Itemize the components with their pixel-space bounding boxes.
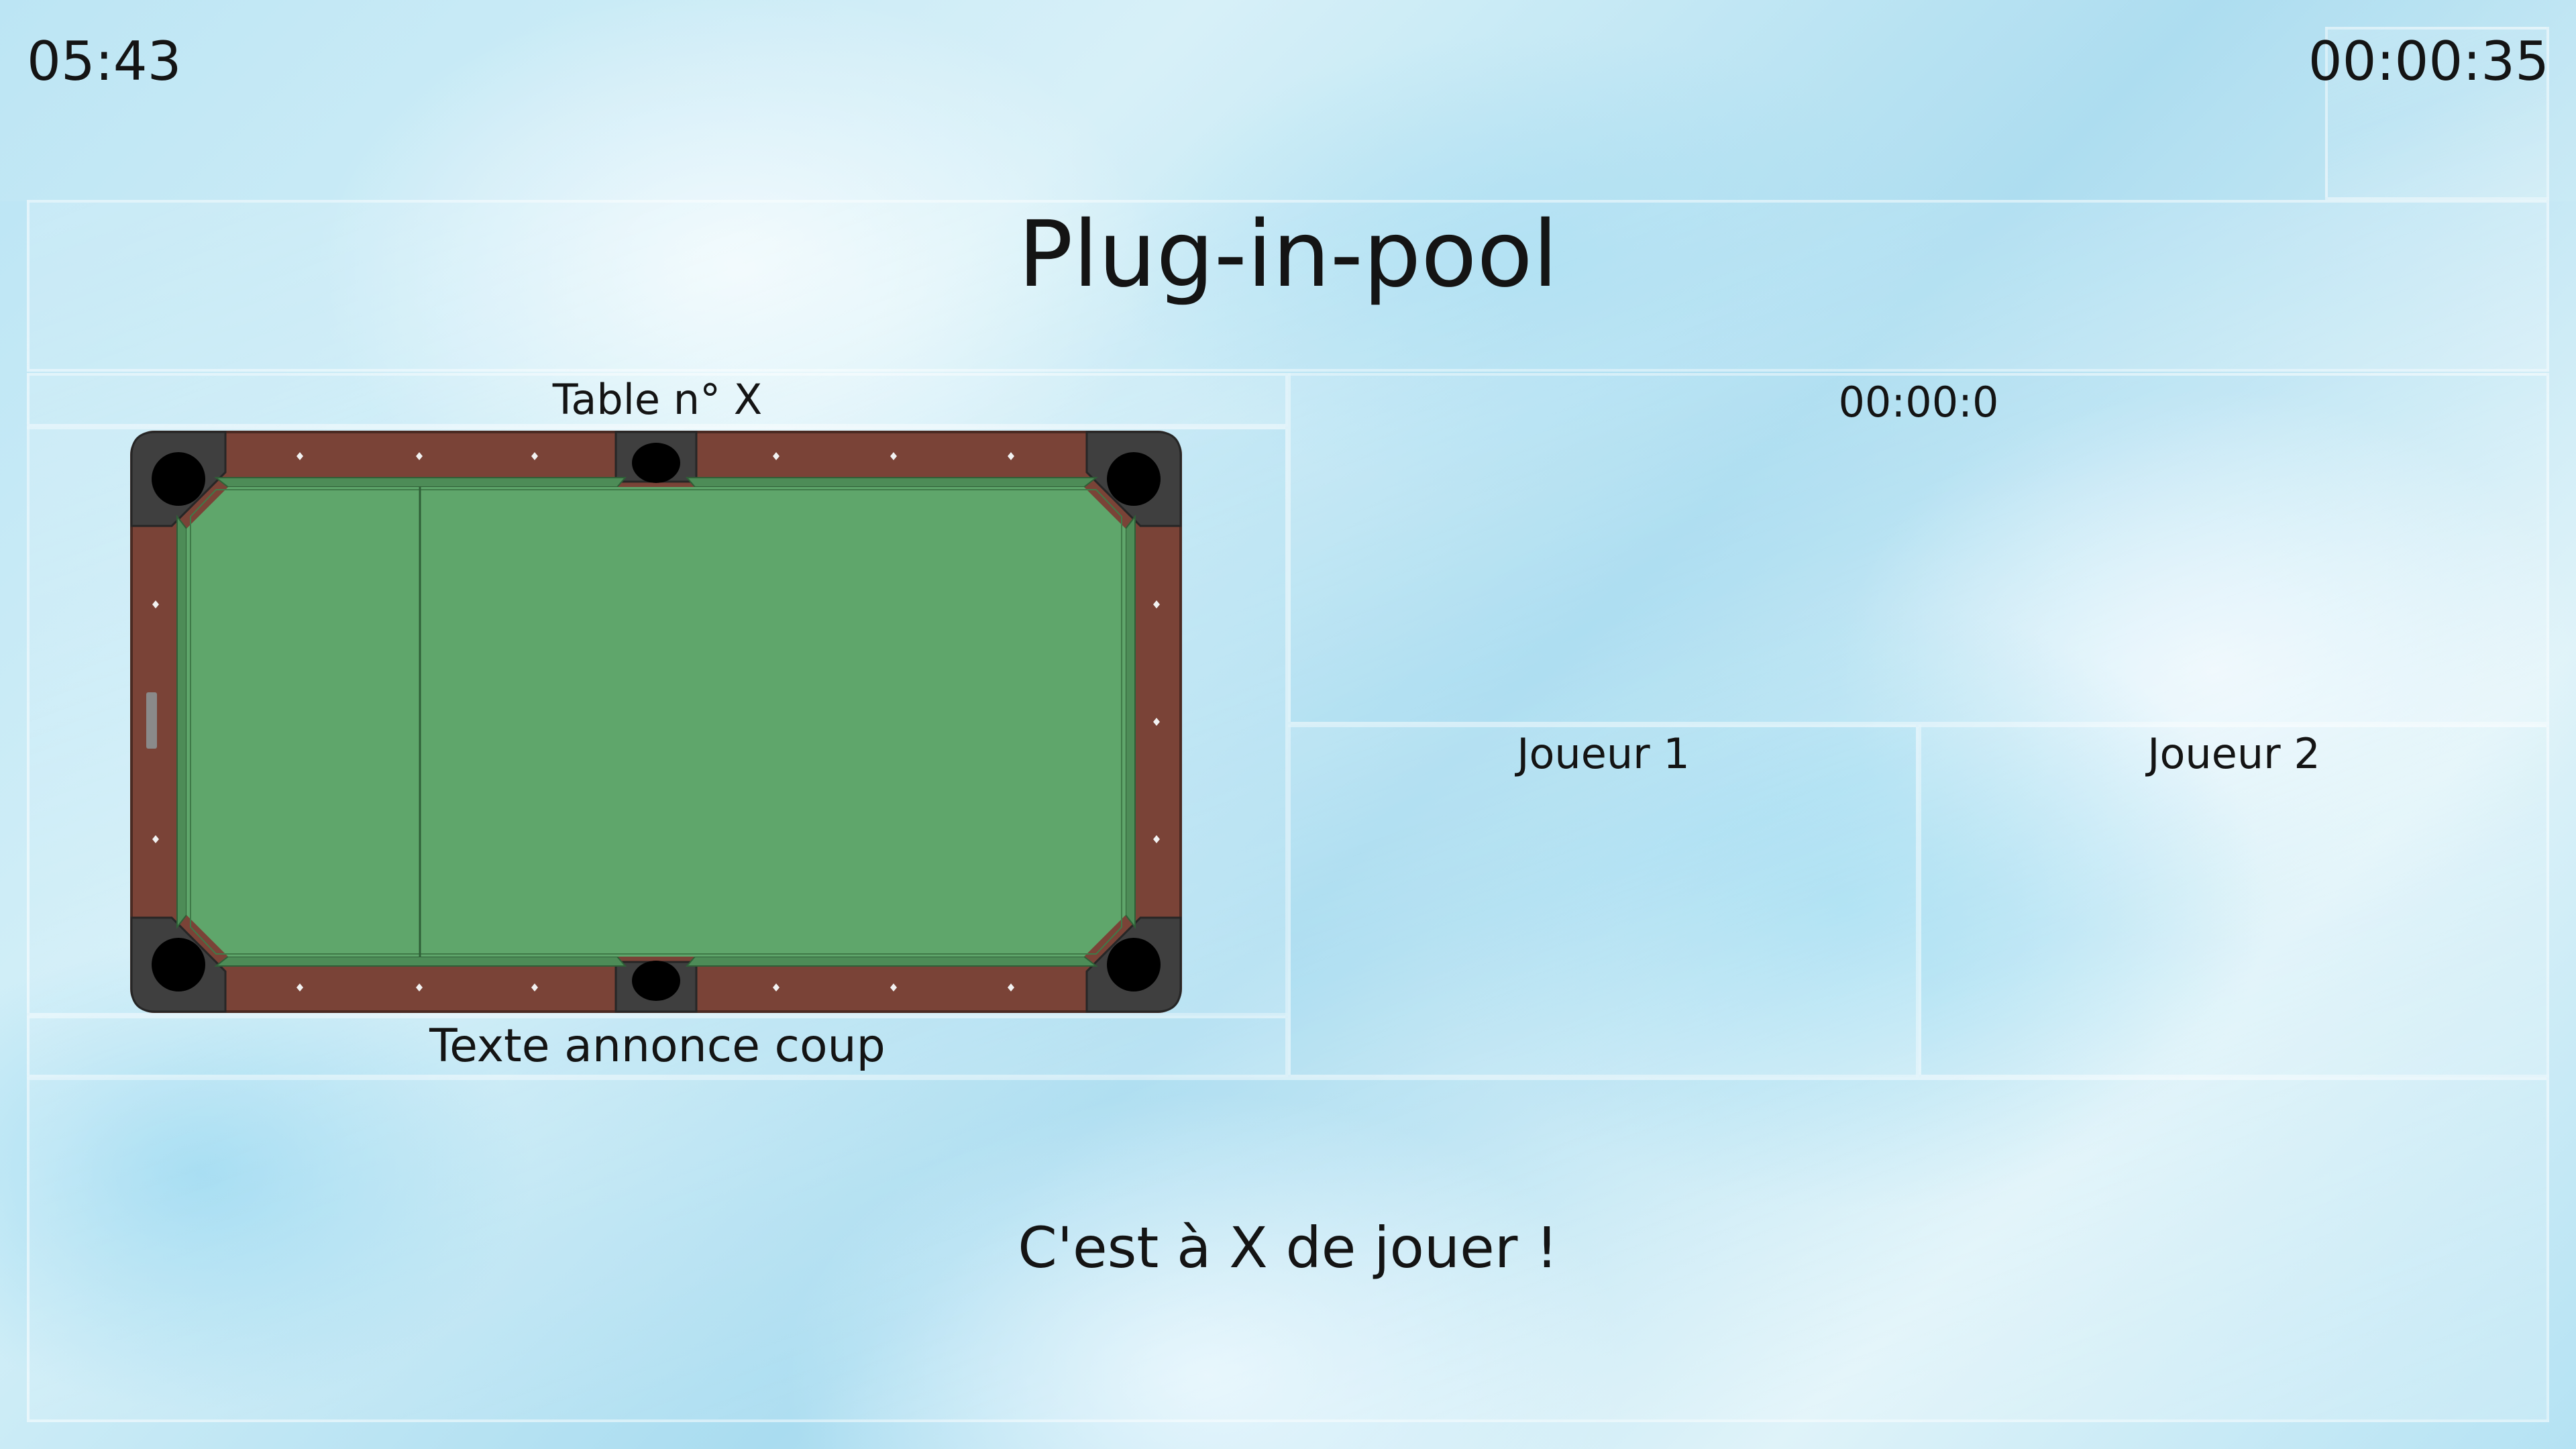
cushion-top-left <box>214 477 627 488</box>
ball-return-slot <box>146 692 157 749</box>
cushion-left <box>176 515 187 929</box>
pocket-top-middle <box>632 443 680 483</box>
player-2-label: Joueur 2 <box>2147 729 2320 778</box>
pool-table-graphic <box>130 431 1182 1013</box>
pool-table[interactable] <box>129 429 1183 1014</box>
header-bar <box>0 0 2576 201</box>
pocket-top-left <box>152 452 205 506</box>
pocket-bottom-right <box>1107 938 1161 991</box>
cushion-top-right <box>685 477 1098 488</box>
shot-announcement-text: Texte annonce coup <box>429 1020 885 1073</box>
current-time: 05:43 <box>27 30 182 93</box>
turn-message: C'est à X de jouer ! <box>1018 1215 1558 1281</box>
player-1-label: Joueur 1 <box>1517 729 1690 778</box>
pocket-bottom-middle <box>632 961 680 1001</box>
cushion-right <box>1125 515 1136 929</box>
elapsed-time: 00:00:35 <box>2308 30 2549 93</box>
app-title: Plug-in-pool <box>1018 202 1558 308</box>
shot-timer: 00:00:0 <box>1838 378 1999 427</box>
cushion-bottom-right <box>685 956 1098 967</box>
table-felt <box>186 487 1126 957</box>
cushion-bottom-left <box>214 956 627 967</box>
table-number-label: Table n° X <box>552 375 763 424</box>
pocket-bottom-left <box>152 938 205 991</box>
pocket-top-right <box>1107 452 1161 506</box>
